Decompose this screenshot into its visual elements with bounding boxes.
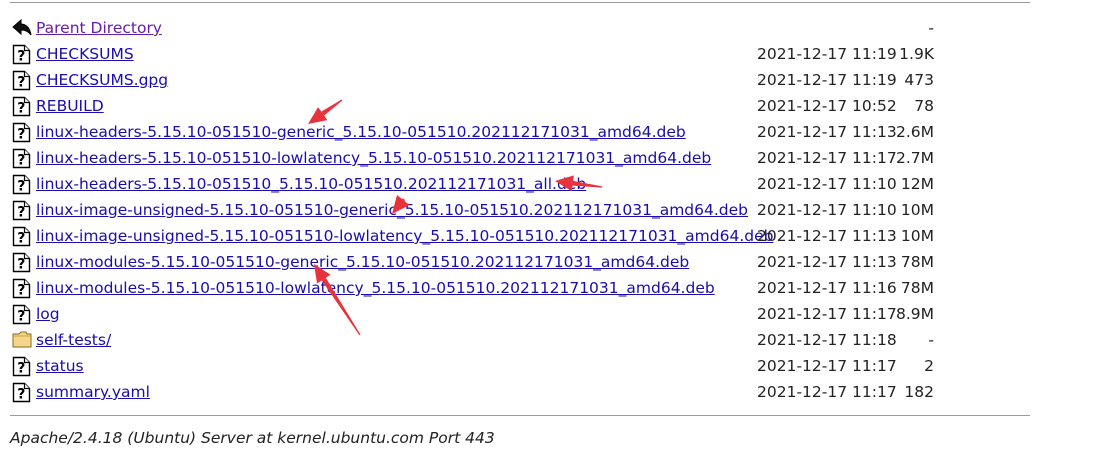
file-link[interactable]: linux-image-unsigned-5.15.10-051510-lowl… (36, 227, 773, 245)
last-modified: 2021-12-17 10:52 (757, 97, 897, 115)
file-size: 182 (904, 383, 934, 401)
svg-text:?: ? (17, 205, 25, 221)
listing-row: ? linux-headers-5.15.10-051510-lowlatency… (0, 146, 1040, 172)
unknown-file-icon[interactable]: ? (12, 278, 31, 299)
listing-row: ? linux-image-unsigned-5.15.10-051510-low… (0, 224, 1040, 250)
file-link[interactable]: linux-modules-5.15.10-051510-lowlatency_… (36, 279, 715, 297)
file-link[interactable]: linux-modules-5.15.10-051510-generic_5.1… (36, 253, 689, 271)
last-modified: 2021-12-17 11:19 (757, 45, 897, 63)
last-modified: 2021-12-17 11:17 (757, 357, 897, 375)
last-modified: 2021-12-17 11:16 (757, 279, 897, 297)
svg-text:?: ? (17, 153, 25, 169)
file-link[interactable]: summary.yaml (36, 383, 150, 401)
directory-listing: Parent Directory -? CHECKSUMS 2021-12-17 11… (0, 16, 1040, 406)
file-link[interactable]: CHECKSUMS (36, 45, 134, 63)
listing-row: ? linux-modules-5.15.10-051510-lowlatency… (0, 276, 1040, 302)
file-link[interactable]: CHECKSUMS.gpg (36, 71, 168, 89)
svg-text:?: ? (17, 283, 25, 299)
svg-text:?: ? (17, 309, 25, 325)
svg-text:?: ? (17, 361, 25, 377)
file-link[interactable]: status (36, 357, 84, 375)
unknown-file-icon[interactable]: ? (12, 200, 31, 221)
file-link[interactable]: linux-headers-5.15.10-051510_5.15.10-051… (36, 175, 586, 193)
listing-row: ? linux-headers-5.15.10-051510_5.15.10-05… (0, 172, 1040, 198)
file-size: 8.9M (895, 305, 934, 323)
file-size: 2.7M (895, 149, 934, 167)
top-rule (10, 2, 1030, 3)
svg-text:?: ? (17, 49, 25, 65)
file-size: 473 (904, 71, 934, 89)
last-modified: 2021-12-17 11:10 (757, 201, 897, 219)
file-size: 78M (900, 253, 934, 271)
file-link[interactable]: self-tests/ (36, 331, 111, 349)
last-modified: 2021-12-17 11:10 (757, 175, 897, 193)
server-signature: Apache/2.4.18 (Ubuntu) Server at kernel.… (10, 429, 495, 447)
svg-text:?: ? (17, 127, 25, 143)
file-size: 10M (900, 227, 934, 245)
file-size: - (928, 331, 934, 349)
svg-text:?: ? (17, 231, 25, 247)
parent-directory-link[interactable]: Parent Directory (36, 19, 162, 37)
listing-row: ? CHECKSUMS 2021-12-17 11:19 1.9K (0, 42, 1040, 68)
last-modified: 2021-12-17 11:19 (757, 71, 897, 89)
listing-row: self-tests/2021-12-17 11:18 - (0, 328, 1040, 354)
unknown-file-icon[interactable]: ? (12, 356, 31, 377)
unknown-file-icon[interactable]: ? (12, 148, 31, 169)
last-modified: 2021-12-17 11:13 (757, 227, 897, 245)
last-modified: 2021-12-17 11:17 (757, 383, 897, 401)
svg-text:?: ? (17, 101, 25, 117)
last-modified: 2021-12-17 11:17 (757, 149, 897, 167)
svg-text:?: ? (17, 257, 25, 273)
listing-row: ? linux-image-unsigned-5.15.10-051510-gen… (0, 198, 1040, 224)
unknown-file-icon[interactable]: ? (12, 382, 31, 403)
file-size: 1.9K (899, 45, 934, 63)
listing-row: Parent Directory - (0, 16, 1040, 42)
file-size: - (928, 19, 934, 37)
unknown-file-icon[interactable]: ? (12, 304, 31, 325)
listing-row: ? status 2021-12-17 11:17 2 (0, 354, 1040, 380)
svg-text:?: ? (17, 179, 25, 195)
file-size: 78 (914, 97, 934, 115)
file-link[interactable]: linux-headers-5.15.10-051510-generic_5.1… (36, 123, 686, 141)
unknown-file-icon[interactable]: ? (12, 122, 31, 143)
last-modified: 2021-12-17 11:18 (757, 331, 897, 349)
svg-text:?: ? (17, 387, 25, 403)
file-size: 12M (900, 175, 934, 193)
listing-row: ? linux-modules-5.15.10-051510-generic_5.… (0, 250, 1040, 276)
file-link[interactable]: log (36, 305, 60, 323)
last-modified: 2021-12-17 11:13 (757, 253, 897, 271)
unknown-file-icon[interactable]: ? (12, 70, 31, 91)
unknown-file-icon[interactable]: ? (12, 226, 31, 247)
listing-row: ? log 2021-12-17 11:17 8.9M (0, 302, 1040, 328)
bottom-rule (10, 415, 1030, 416)
svg-text:?: ? (17, 75, 25, 91)
listing-row: ? summary.yaml 2021-12-17 11:17 182 (0, 380, 1040, 406)
file-link[interactable]: REBUILD (36, 97, 104, 115)
listing-row: ? REBUILD 2021-12-17 10:52 78 (0, 94, 1040, 120)
folder-icon[interactable] (12, 330, 32, 351)
unknown-file-icon[interactable]: ? (12, 44, 31, 65)
unknown-file-icon[interactable]: ? (12, 96, 31, 117)
file-size: 78M (900, 279, 934, 297)
back-arrow-icon[interactable] (12, 18, 32, 39)
file-size: 2 (924, 357, 934, 375)
file-size: 10M (900, 201, 934, 219)
file-link[interactable]: linux-image-unsigned-5.15.10-051510-gene… (36, 201, 748, 219)
file-link[interactable]: linux-headers-5.15.10-051510-lowlatency_… (36, 149, 711, 167)
unknown-file-icon[interactable]: ? (12, 174, 31, 195)
listing-row: ? CHECKSUMS.gpg 2021-12-17 11:19 473 (0, 68, 1040, 94)
listing-row: ? linux-headers-5.15.10-051510-generic_5.… (0, 120, 1040, 146)
unknown-file-icon[interactable]: ? (12, 252, 31, 273)
last-modified: 2021-12-17 11:17 (757, 305, 897, 323)
last-modified: 2021-12-17 11:13 (757, 123, 897, 141)
file-size: 2.6M (895, 123, 934, 141)
